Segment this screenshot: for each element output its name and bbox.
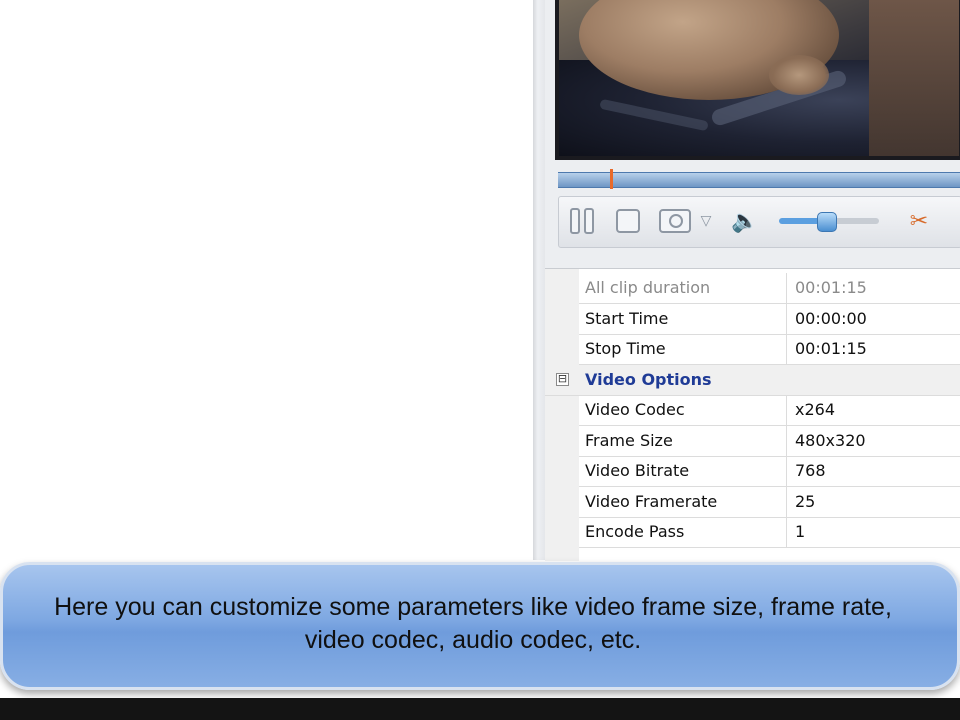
property-row-frame-size[interactable]: Frame Size 480x320: [579, 426, 960, 457]
property-value[interactable]: 1: [795, 517, 805, 547]
property-name: Frame Size: [579, 426, 787, 456]
pause-icon[interactable]: [567, 207, 597, 235]
file-list-pane: [0, 0, 533, 560]
scissors-icon[interactable]: ✂: [903, 207, 935, 235]
chevron-down-icon[interactable]: ▽: [697, 207, 715, 235]
player-controls: ▽ 🔈 ✂: [558, 196, 960, 248]
video-frame: [559, 0, 959, 156]
category-video-options[interactable]: ⊟ Video Options: [545, 365, 960, 396]
property-name: Encode Pass: [579, 517, 787, 547]
collapse-icon[interactable]: ⊟: [556, 373, 569, 386]
seek-bar[interactable]: [558, 169, 960, 189]
seek-marker[interactable]: [610, 169, 613, 189]
property-value[interactable]: 00:00:00: [795, 304, 867, 334]
property-row-start-time[interactable]: Start Time 00:00:00: [579, 304, 960, 335]
property-value[interactable]: 25: [795, 487, 815, 517]
property-value[interactable]: x264: [795, 395, 835, 425]
volume-icon[interactable]: 🔈: [727, 207, 763, 235]
video-letterbox-bar: [0, 698, 960, 720]
camera-icon[interactable]: [657, 207, 693, 235]
property-row-video-codec[interactable]: Video Codec x264: [579, 395, 960, 426]
caption-line-2: video codec, audio codec, etc.: [304, 626, 642, 654]
property-row-all-clip-duration: All clip duration 00:01:15: [579, 273, 960, 304]
property-name: Video Bitrate: [579, 456, 787, 486]
caption-line-1: Here you can customize some parameters l…: [54, 593, 892, 621]
property-row-encode-pass[interactable]: Encode Pass 1: [579, 517, 960, 548]
volume-slider[interactable]: [779, 212, 879, 232]
property-name: All clip duration: [579, 273, 787, 303]
property-value: 00:01:15: [795, 278, 867, 297]
property-row-stop-time[interactable]: Stop Time 00:01:15: [579, 334, 960, 365]
property-grid: All clip duration 00:01:15 Start Time 00…: [545, 268, 960, 561]
property-row-video-bitrate[interactable]: Video Bitrate 768: [579, 456, 960, 487]
property-value[interactable]: 768: [795, 456, 826, 486]
caption-text: Here you can customize some parameters l…: [3, 591, 943, 657]
video-preview: [555, 0, 960, 160]
property-value[interactable]: 00:01:15: [795, 334, 867, 364]
tutorial-caption: Here you can customize some parameters l…: [0, 562, 960, 690]
stop-icon[interactable]: [613, 207, 643, 235]
right-pane: ▽ 🔈 ✂ All clip duration 00:01:15 Start T…: [545, 0, 960, 561]
property-value[interactable]: 480x320: [795, 426, 866, 456]
property-grid-gutter: [545, 269, 579, 561]
category-label: Video Options: [585, 370, 712, 389]
volume-slider-thumb[interactable]: [817, 212, 837, 232]
property-name: Video Framerate: [579, 487, 787, 517]
pane-splitter[interactable]: [533, 0, 545, 560]
property-name: Start Time: [579, 304, 787, 334]
property-name: Stop Time: [579, 334, 787, 364]
property-row-video-framerate[interactable]: Video Framerate 25: [579, 487, 960, 518]
property-name: Video Codec: [579, 395, 787, 425]
